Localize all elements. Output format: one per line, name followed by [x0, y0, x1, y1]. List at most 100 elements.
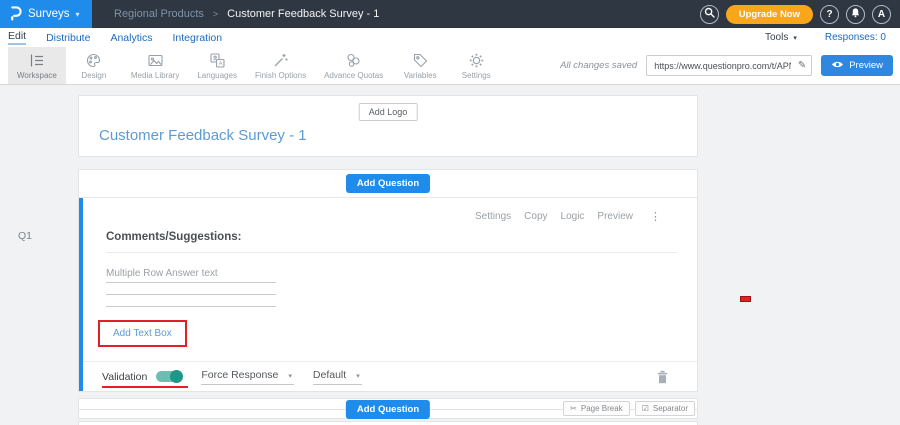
preview-button[interactable]: Preview — [821, 55, 893, 76]
answer-row[interactable] — [106, 283, 276, 295]
bell-icon — [850, 7, 861, 21]
help-button[interactable]: ? — [820, 5, 839, 24]
validation-toggle[interactable] — [156, 371, 182, 382]
header-actions: Upgrade Now ? A — [700, 5, 900, 24]
toolbar-item-label: Workspace — [17, 71, 57, 80]
toolbar-finish-options[interactable]: Finish Options — [246, 47, 315, 84]
toolbar-languages[interactable]: A Languages — [188, 47, 246, 84]
force-response-label: Force Response — [201, 369, 278, 381]
breadcrumb: Regional Products > Customer Feedback Su… — [114, 8, 379, 20]
toolbar-item-label: Media Library — [131, 71, 179, 80]
toolbar-item-label: Languages — [197, 71, 237, 80]
chevron-down-icon: ▾ — [356, 372, 360, 380]
responses-count[interactable]: Responses: 0 — [825, 32, 886, 43]
translate-icon: A — [209, 52, 226, 69]
survey-header-card: Add Logo Customer Feedback Survey - 1 — [78, 95, 698, 157]
page-break-icon: ✂ — [570, 404, 577, 413]
question-title[interactable]: Comments/Suggestions: — [106, 231, 677, 253]
question-copy-link[interactable]: Copy — [524, 211, 547, 222]
answer-row-placeholder[interactable]: Multiple Row Answer text — [106, 268, 276, 283]
nav-tab-analytics[interactable]: Analytics — [110, 32, 152, 44]
image-icon — [147, 52, 164, 69]
nav-tab-distribute[interactable]: Distribute — [46, 32, 90, 44]
chevron-down-icon: ▾ — [793, 34, 797, 42]
question-preview-link[interactable]: Preview — [597, 211, 633, 222]
preview-button-label: Preview — [849, 60, 883, 71]
trash-icon — [656, 372, 669, 387]
add-question-strip: Add Question — [79, 170, 697, 198]
question-section: Add Question Settings Copy Logic Preview… — [78, 169, 698, 392]
toolbar-settings[interactable]: Settings — [448, 47, 504, 84]
question-actions: Settings Copy Logic Preview ⋮ — [83, 198, 697, 223]
tools-menu-label: Tools — [765, 32, 788, 43]
toolbar-media-library[interactable]: Media Library — [122, 47, 188, 84]
add-text-box-button[interactable]: Add Text Box — [100, 322, 185, 345]
page-break-button[interactable]: ✂ Page Break — [563, 401, 630, 416]
nav-tab-integration[interactable]: Integration — [172, 32, 222, 44]
save-status: All changes saved — [560, 60, 637, 71]
breadcrumb-separator-icon: > — [213, 9, 218, 19]
toolbar-advance-quotas[interactable]: Advance Quotas — [315, 47, 392, 84]
search-button[interactable] — [700, 5, 719, 24]
answer-rows: Multiple Row Answer text — [106, 268, 276, 307]
kebab-menu-icon[interactable]: ⋮ — [650, 210, 661, 223]
page-break-label: Page Break — [581, 404, 623, 413]
avatar[interactable]: A — [872, 5, 891, 24]
delete-question-button[interactable] — [656, 370, 669, 384]
tag-icon — [412, 52, 429, 69]
add-text-box-highlight: Add Text Box — [98, 320, 187, 347]
gear-icon — [468, 52, 485, 69]
validation-label: Validation — [102, 371, 147, 383]
answer-row[interactable] — [106, 295, 276, 307]
survey-title[interactable]: Customer Feedback Survey - 1 — [99, 127, 307, 144]
upgrade-now-button[interactable]: Upgrade Now — [726, 5, 813, 24]
toolbar-item-label: Settings — [462, 71, 491, 80]
toolbar-workspace[interactable]: Workspace — [8, 47, 66, 84]
magic-wand-icon — [272, 52, 289, 69]
default-label: Default — [313, 369, 346, 381]
toolbar-item-label: Finish Options — [255, 71, 306, 80]
question-card: Settings Copy Logic Preview ⋮ Comments/S… — [79, 198, 697, 391]
chevron-down-icon: ▾ — [288, 372, 292, 380]
questionpro-app: Surveys ▾ Regional Products > Customer F… — [0, 0, 900, 425]
survey-url-input[interactable] — [647, 57, 811, 76]
nav-right: Tools ▾ Responses: 0 — [765, 32, 900, 43]
toolbar-design[interactable]: Design — [66, 47, 122, 84]
next-card-peek — [78, 421, 698, 425]
edit-toolbar: Workspace Design Media Library — [0, 47, 900, 85]
toolbar-right: All changes saved ✎ Preview — [560, 47, 900, 84]
toolbar-variables[interactable]: Variables — [392, 47, 448, 84]
question-mark-icon: ? — [826, 9, 832, 20]
survey-canvas: Q1 Add Logo Customer Feedback Survey - 1… — [0, 85, 900, 425]
question-footer: Validation Force Response ▾ Default ▾ — [83, 361, 697, 391]
separator-button[interactable]: ☑ Separator — [635, 401, 695, 416]
add-question-button-bottom[interactable]: Add Question — [346, 400, 430, 419]
separator-checkbox-icon: ☑ — [642, 404, 649, 413]
breadcrumb-parent[interactable]: Regional Products — [114, 8, 204, 20]
questionpro-logo-icon — [9, 5, 22, 24]
tools-menu[interactable]: Tools ▾ — [765, 32, 797, 43]
bottom-add-question-strip: Add Question ✂ Page Break ☑ Separator — [78, 398, 698, 419]
notifications-button[interactable] — [846, 5, 865, 24]
surveys-menu-label: Surveys — [28, 8, 70, 20]
main-nav: Edit Distribute Analytics Integration To… — [0, 28, 900, 47]
question-number: Q1 — [18, 230, 32, 242]
nav-tab-edit[interactable]: Edit — [8, 30, 26, 45]
svg-text:A: A — [218, 61, 222, 67]
eye-icon — [831, 60, 844, 72]
top-header: Surveys ▾ Regional Products > Customer F… — [0, 0, 900, 28]
add-logo-button[interactable]: Add Logo — [359, 103, 418, 121]
add-question-button[interactable]: Add Question — [346, 174, 430, 193]
toolbar-item-label: Variables — [404, 71, 437, 80]
chain-links-icon — [345, 52, 362, 69]
toolbar-item-label: Advance Quotas — [324, 71, 383, 80]
question-settings-link[interactable]: Settings — [475, 211, 511, 222]
surveys-menu[interactable]: Surveys ▾ — [0, 0, 92, 28]
workspace-list-icon — [28, 52, 45, 69]
force-response-dropdown[interactable]: Force Response ▾ — [201, 369, 294, 385]
question-logic-link[interactable]: Logic — [561, 211, 585, 222]
toolbar-item-label: Design — [81, 71, 106, 80]
pencil-icon[interactable]: ✎ — [798, 60, 806, 71]
default-dropdown[interactable]: Default ▾ — [313, 369, 362, 385]
red-underline-annotation — [102, 386, 188, 388]
